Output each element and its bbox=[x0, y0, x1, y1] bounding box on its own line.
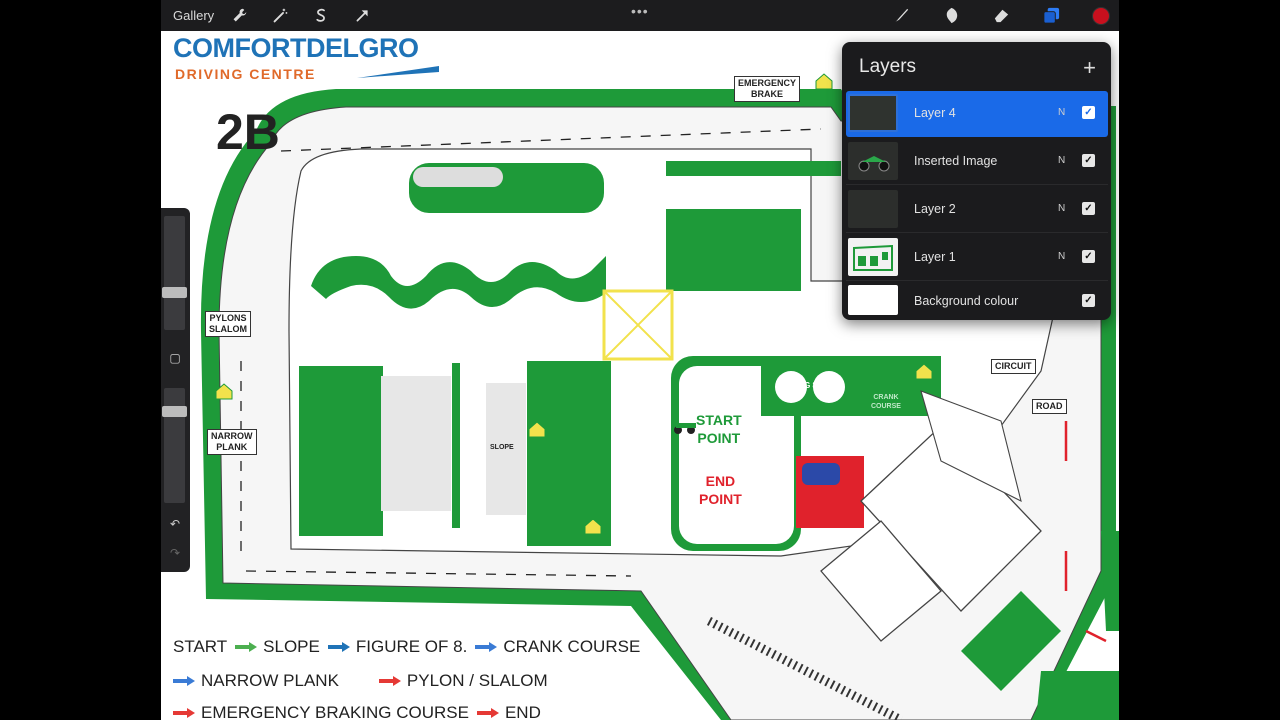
left-sidebar: ▢ ↶ ↷ bbox=[161, 208, 190, 572]
letterbox-left bbox=[0, 0, 161, 720]
sign-narrow-plank: NARROW PLANK bbox=[207, 429, 257, 455]
center-practice-block bbox=[527, 361, 611, 546]
end-point-label: END POINT bbox=[699, 473, 742, 507]
legend-slope: SLOPE bbox=[263, 637, 320, 656]
modify-button[interactable]: ▢ bbox=[168, 351, 182, 365]
transform-arrow-icon[interactable] bbox=[351, 5, 373, 27]
map-code: 2B bbox=[216, 104, 280, 160]
label-slope: SLOPE bbox=[490, 444, 514, 451]
layer-thumbnail bbox=[848, 190, 898, 228]
sign-road: ROAD bbox=[1032, 399, 1067, 414]
letterbox-right bbox=[1119, 0, 1280, 720]
legend-row-2: NARROW PLANK PYLON / SLALOM bbox=[173, 671, 556, 691]
blend-mode-button[interactable]: N bbox=[1058, 251, 1065, 262]
layer-name: Layer 2 bbox=[914, 202, 956, 216]
layer-name: Background colour bbox=[914, 294, 1019, 308]
brand-subtitle: DRIVING CENTRE bbox=[175, 66, 316, 82]
legend-end: END bbox=[504, 703, 541, 720]
color-picker-button[interactable] bbox=[1089, 4, 1113, 28]
legend-row-1: START SLOPE FIGURE OF 8. CRANK COURSE bbox=[173, 637, 648, 657]
blend-mode-button[interactable]: N bbox=[1058, 107, 1065, 118]
more-options-icon[interactable]: ••• bbox=[631, 3, 649, 19]
red-arrow-icon bbox=[378, 676, 401, 686]
top-toolbar: Gallery ••• bbox=[161, 0, 1119, 31]
visibility-checkbox[interactable]: ✓ bbox=[1082, 106, 1095, 119]
visibility-checkbox[interactable]: ✓ bbox=[1082, 250, 1095, 263]
hatched-section bbox=[413, 167, 503, 187]
brand-swoosh-icon bbox=[357, 66, 439, 78]
crank-area bbox=[666, 209, 801, 291]
blend-mode-button[interactable]: N bbox=[1058, 203, 1065, 214]
hatched-plank-zone bbox=[381, 376, 451, 511]
brush-size-slider[interactable] bbox=[164, 216, 185, 330]
visibility-checkbox[interactable]: ✓ bbox=[1082, 154, 1095, 167]
layer-name: Layer 4 bbox=[914, 106, 956, 120]
layer-row-layer-4[interactable]: Layer 4 N ✓ bbox=[846, 91, 1108, 137]
legend-emergency-braking: EMERGENCY BRAKING COURSE bbox=[201, 703, 469, 720]
layer-name: Inserted Image bbox=[914, 154, 998, 168]
legend-crank-course: CRANK COURSE bbox=[503, 637, 641, 656]
legend-row-3: EMERGENCY BRAKING COURSE END bbox=[173, 703, 549, 720]
green-arrow-icon bbox=[235, 642, 258, 652]
sign-circuit: CIRCUIT bbox=[991, 359, 1036, 374]
selection-icon[interactable] bbox=[310, 5, 332, 27]
brand-logo-text: COMFORTDELGRO bbox=[173, 33, 419, 63]
start-point-label: START POINT bbox=[696, 412, 742, 446]
red-arrow-icon bbox=[476, 708, 499, 718]
legend-figure-8: FIGURE OF 8. bbox=[355, 637, 468, 656]
brush-size-handle[interactable] bbox=[162, 287, 187, 298]
procreate-app: Gallery ••• COMFORTDELGRO DRIVING CENTRE… bbox=[161, 0, 1119, 720]
map-thumbnail-icon bbox=[853, 244, 893, 271]
left-practice-block bbox=[299, 366, 383, 536]
layer-name: Layer 1 bbox=[914, 250, 956, 264]
layer-row-layer-1[interactable]: Layer 1 N ✓ bbox=[846, 235, 1108, 281]
label-fig8: FIG 8 bbox=[797, 381, 818, 390]
layers-icon[interactable] bbox=[1039, 4, 1063, 28]
undo-icon[interactable]: ↶ bbox=[168, 517, 182, 531]
blue-arrow-icon bbox=[327, 642, 350, 652]
background-color-swatch[interactable] bbox=[848, 285, 898, 315]
wrench-icon[interactable] bbox=[228, 5, 250, 27]
brake-marker bbox=[802, 463, 840, 485]
brush-icon[interactable] bbox=[889, 4, 913, 28]
layer-thumbnail bbox=[848, 142, 898, 180]
layer-thumbnail bbox=[848, 94, 898, 132]
green-patch-2 bbox=[1036, 671, 1119, 720]
eraser-icon[interactable] bbox=[989, 4, 1013, 28]
gallery-button[interactable]: Gallery bbox=[173, 8, 214, 23]
layer-thumbnail bbox=[848, 238, 898, 276]
red-arrow-icon bbox=[173, 708, 195, 718]
layers-panel: Layers + Layer 4 N ✓ Inserted Image N ✓ … bbox=[842, 42, 1111, 320]
legend-pylon-slalom: PYLON / SLALOM bbox=[406, 671, 548, 690]
legend-narrow-plank: NARROW PLANK bbox=[201, 671, 339, 690]
smudge-icon[interactable] bbox=[939, 4, 963, 28]
blend-mode-button[interactable]: N bbox=[1058, 155, 1065, 166]
label-crank-course: CRANK COURSE bbox=[871, 394, 901, 410]
layer-row-inserted-image[interactable]: Inserted Image N ✓ bbox=[846, 139, 1108, 185]
legend-start: START bbox=[173, 637, 228, 656]
sign-pylons-slalom: PYLONS SLALOM bbox=[205, 311, 251, 337]
blue-arrow-icon bbox=[475, 642, 498, 652]
layer-row-background[interactable]: Background colour ✓ bbox=[846, 283, 1108, 320]
motorcycle-body bbox=[676, 423, 696, 428]
magic-wand-icon[interactable] bbox=[269, 5, 291, 27]
visibility-checkbox[interactable]: ✓ bbox=[1082, 294, 1095, 307]
green-patch-3 bbox=[1101, 531, 1119, 631]
add-layer-button[interactable]: + bbox=[1083, 55, 1096, 81]
sign-emergency-brake: EMERGENCY BRAKE bbox=[734, 76, 801, 102]
redo-icon[interactable]: ↷ bbox=[168, 546, 182, 560]
narrow-plank-bar bbox=[452, 363, 460, 528]
right-tool-group bbox=[889, 0, 1119, 31]
opacity-handle[interactable] bbox=[162, 406, 187, 417]
blue-arrow-icon bbox=[173, 676, 195, 686]
crank-top-strip bbox=[666, 161, 841, 176]
motorcycle-thumbnail-icon bbox=[858, 156, 890, 172]
layers-title: Layers bbox=[859, 56, 917, 77]
active-color-swatch bbox=[1092, 6, 1110, 25]
visibility-checkbox[interactable]: ✓ bbox=[1082, 202, 1095, 215]
layer-row-layer-2[interactable]: Layer 2 N ✓ bbox=[846, 187, 1108, 233]
figure-8-loop-2 bbox=[813, 371, 845, 403]
